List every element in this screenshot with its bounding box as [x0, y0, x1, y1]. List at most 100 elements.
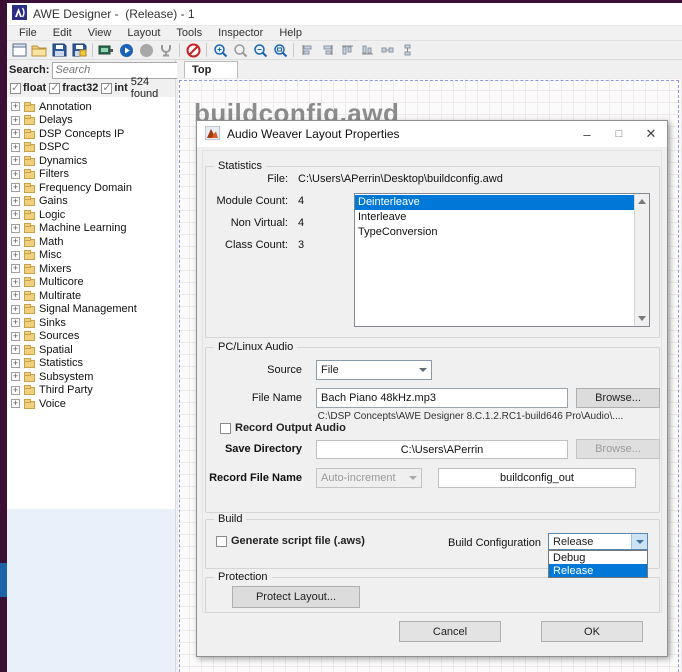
menu-item[interactable]: Layout: [119, 27, 168, 39]
expand-icon[interactable]: +: [11, 197, 20, 206]
expand-icon[interactable]: +: [11, 278, 20, 287]
expand-icon[interactable]: +: [11, 318, 20, 327]
menu-item[interactable]: Edit: [45, 27, 80, 39]
play-icon[interactable]: [117, 42, 135, 59]
align-left-icon[interactable]: [298, 42, 316, 59]
tree-item[interactable]: + Signal Management: [7, 303, 175, 317]
module-class-item[interactable]: TypeConversion: [355, 225, 634, 240]
zoom-in-icon[interactable]: [211, 42, 229, 59]
align-bottom-icon[interactable]: [358, 42, 376, 59]
tree-item[interactable]: + Math: [7, 235, 175, 249]
save-as-icon[interactable]: [70, 42, 88, 59]
expand-icon[interactable]: +: [11, 251, 20, 260]
filter-checkbox[interactable]: [101, 83, 112, 94]
tree-item[interactable]: + Machine Learning: [7, 222, 175, 236]
zoom-out-icon[interactable]: [251, 42, 269, 59]
app-titlebar[interactable]: AWE Designer - (Release) - 1: [7, 3, 682, 26]
tree-item[interactable]: + Third Party: [7, 384, 175, 398]
tree-item[interactable]: + Frequency Domain: [7, 181, 175, 195]
tree-item[interactable]: + DSP Concepts IP: [7, 127, 175, 141]
zoom-fit-icon[interactable]: [271, 42, 289, 59]
scroll-down-icon[interactable]: [638, 316, 646, 321]
filter-checkbox[interactable]: [49, 83, 60, 94]
menu-item[interactable]: Help: [271, 27, 310, 39]
generate-script-checkbox[interactable]: [216, 536, 227, 547]
module-class-item[interactable]: Interleave: [355, 210, 634, 225]
build-configuration-select[interactable]: Release: [548, 533, 648, 550]
module-class-listbox[interactable]: DeinterleaveInterleaveTypeConversion: [354, 193, 650, 327]
record-file-name-input[interactable]: buildconfig_out: [438, 468, 636, 488]
dropdown-option[interactable]: Release: [549, 564, 647, 577]
menu-item[interactable]: Tools: [168, 27, 210, 39]
expand-icon[interactable]: +: [11, 386, 20, 395]
menu-item[interactable]: Inspector: [210, 27, 271, 39]
filter-checkbox[interactable]: [10, 83, 21, 94]
protect-layout-button[interactable]: Protect Layout...: [232, 586, 360, 608]
expand-icon[interactable]: +: [11, 399, 20, 408]
tree-item[interactable]: + Subsystem: [7, 370, 175, 384]
disconnect-icon[interactable]: [184, 42, 202, 59]
tree-item[interactable]: + Statistics: [7, 357, 175, 371]
open-icon[interactable]: [30, 42, 48, 59]
record-output-checkbox[interactable]: [220, 423, 231, 434]
ok-button[interactable]: OK: [541, 621, 643, 642]
tree-item[interactable]: + Spatial: [7, 343, 175, 357]
menu-item[interactable]: View: [80, 27, 120, 39]
scroll-up-icon[interactable]: [638, 199, 646, 204]
tree-item[interactable]: + Misc: [7, 249, 175, 263]
expand-icon[interactable]: +: [11, 210, 20, 219]
minimize-icon[interactable]: –: [571, 121, 603, 147]
type-filter[interactable]: float: [10, 82, 46, 94]
tree-item[interactable]: + Filters: [7, 168, 175, 182]
type-filter[interactable]: fract32: [49, 82, 98, 94]
tree-item[interactable]: + Mixers: [7, 262, 175, 276]
generate-script-option[interactable]: Generate script file (.aws): [216, 535, 365, 547]
source-select[interactable]: File: [316, 360, 432, 380]
module-class-item[interactable]: Deinterleave: [355, 195, 634, 210]
maximize-icon[interactable]: □: [603, 121, 635, 147]
expand-icon[interactable]: +: [11, 102, 20, 111]
menu-item[interactable]: File: [11, 27, 45, 39]
tree-item[interactable]: + Voice: [7, 397, 175, 411]
expand-icon[interactable]: +: [11, 224, 20, 233]
distribute-vertical-icon[interactable]: [398, 42, 416, 59]
expand-icon[interactable]: +: [11, 291, 20, 300]
dropdown-option[interactable]: Debug: [549, 551, 647, 564]
expand-icon[interactable]: +: [11, 264, 20, 273]
record-icon[interactable]: [137, 42, 155, 59]
tree-item[interactable]: + Logic: [7, 208, 175, 222]
expand-icon[interactable]: +: [11, 156, 20, 165]
expand-icon[interactable]: +: [11, 129, 20, 138]
expand-icon[interactable]: +: [11, 183, 20, 192]
expand-icon[interactable]: +: [11, 345, 20, 354]
tree-item[interactable]: + DSPC: [7, 141, 175, 155]
expand-icon[interactable]: +: [11, 372, 20, 381]
expand-icon[interactable]: +: [11, 237, 20, 246]
listbox-scrollbar[interactable]: [634, 194, 649, 326]
distribute-horizontal-icon[interactable]: [378, 42, 396, 59]
connect-hardware-icon[interactable]: [97, 42, 115, 59]
save-directory-field[interactable]: C:\Users\APerrin: [316, 440, 568, 459]
tree-item[interactable]: + Annotation: [7, 100, 175, 114]
tree-item[interactable]: + Delays: [7, 114, 175, 128]
tree-item[interactable]: + Multirate: [7, 289, 175, 303]
expand-icon[interactable]: +: [11, 359, 20, 368]
new-layout-icon[interactable]: [10, 42, 28, 59]
align-right-icon[interactable]: [318, 42, 336, 59]
profile-icon[interactable]: [157, 42, 175, 59]
tree-item[interactable]: + Dynamics: [7, 154, 175, 168]
record-mode-select[interactable]: Auto-increment: [316, 468, 422, 488]
align-top-icon[interactable]: [338, 42, 356, 59]
expand-icon[interactable]: +: [11, 116, 20, 125]
expand-icon[interactable]: +: [11, 305, 20, 314]
close-icon[interactable]: ✕: [635, 121, 667, 147]
tree-item[interactable]: + Multicore: [7, 276, 175, 290]
save-icon[interactable]: [50, 42, 68, 59]
type-filter[interactable]: int: [101, 82, 127, 94]
expand-icon[interactable]: +: [11, 332, 20, 341]
record-output-audio-option[interactable]: Record Output Audio: [220, 422, 346, 434]
dialog-titlebar[interactable]: Audio Weaver Layout Properties – □ ✕: [197, 121, 667, 147]
tree-item[interactable]: + Sources: [7, 330, 175, 344]
expand-icon[interactable]: +: [11, 143, 20, 152]
tree-item[interactable]: + Gains: [7, 195, 175, 209]
